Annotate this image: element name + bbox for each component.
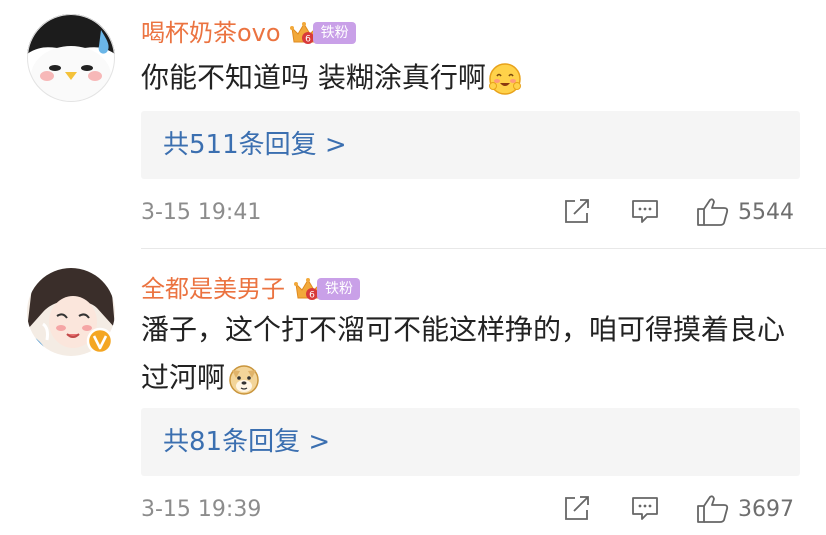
anime-girl-avatar-image	[27, 268, 115, 356]
timestamp: 3-15 19:39	[141, 497, 262, 522]
fan-badge[interactable]: 6 铁粉	[289, 19, 356, 47]
username[interactable]: 全都是美男子	[141, 272, 285, 306]
share-icon[interactable]	[562, 493, 592, 523]
avatar[interactable]	[27, 14, 115, 102]
comment-text-body: 你能不知道吗 装糊涂真行啊	[141, 61, 486, 94]
svg-text:6: 6	[305, 35, 311, 45]
comment-meta: 3-15 19:41 5544	[141, 196, 800, 230]
comment-item: 喝杯奶茶ovo 6 铁粉 你能不知道吗 装糊涂真行啊 共511条回复 > 3-1…	[0, 0, 826, 249]
view-replies-button[interactable]: 共81条回复 >	[141, 408, 800, 476]
comment-icon[interactable]	[630, 196, 660, 226]
fan-badge-label: 铁粉	[312, 22, 356, 44]
replies-label: 共81条回复 >	[163, 427, 331, 457]
timestamp: 3-15 19:41	[141, 200, 262, 225]
replies-label: 共511条回复 >	[163, 130, 347, 160]
doge-emoji	[229, 365, 259, 395]
fan-badge-label: 铁粉	[317, 278, 360, 300]
comment-meta: 3-15 19:39 3697	[141, 493, 800, 527]
share-icon[interactable]	[562, 196, 592, 226]
comment-text: 潘子，这个打不溜可不能这样挣的，咱可得摸着良心过河啊	[141, 306, 801, 402]
comment-icon[interactable]	[630, 493, 660, 523]
blushing-face-emoji	[488, 63, 521, 95]
thumbs-up-icon[interactable]	[696, 493, 730, 525]
like-count: 3697	[738, 497, 794, 522]
username[interactable]: 喝杯奶茶ovo	[141, 16, 281, 50]
comment-text: 你能不知道吗 装糊涂真行啊	[141, 54, 801, 102]
name-row: 全都是美男子 6 铁粉	[141, 272, 360, 306]
svg-text:6: 6	[309, 291, 315, 301]
view-replies-button[interactable]: 共511条回复 >	[141, 111, 800, 179]
penguin-avatar-image	[27, 14, 115, 102]
name-row: 喝杯奶茶ovo 6 铁粉	[141, 16, 356, 50]
avatar[interactable]	[27, 268, 115, 356]
like-count: 5544	[738, 200, 794, 225]
comment-item: 全都是美男子 6 铁粉 潘子，这个打不溜可不能这样挣的，咱可得摸着良心过河啊 共…	[0, 250, 826, 535]
divider	[141, 248, 826, 249]
fan-badge[interactable]: 6 铁粉	[293, 275, 360, 303]
thumbs-up-icon[interactable]	[696, 196, 730, 228]
